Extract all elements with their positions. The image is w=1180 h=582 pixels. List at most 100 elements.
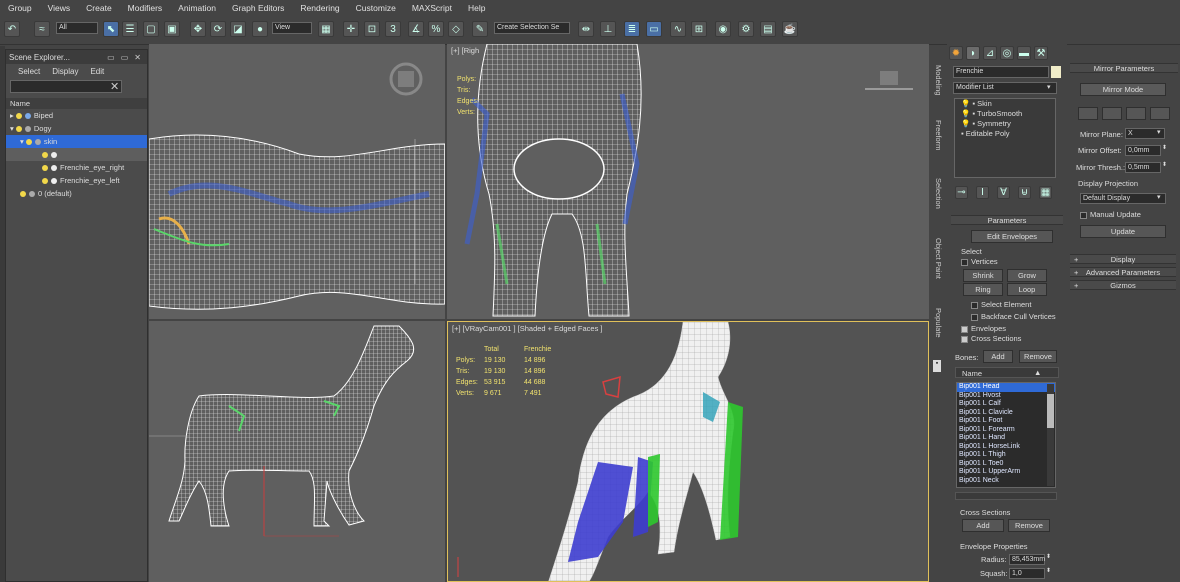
bone-item[interactable]: Bip001 L Hand <box>957 434 1055 443</box>
bone-item[interactable]: Bip001 L Thigh <box>957 451 1055 460</box>
menu-modifiers[interactable]: Modifiers <box>120 3 170 13</box>
tab-populate[interactable]: Populate <box>931 308 943 338</box>
tree-item-default-layer[interactable]: 0 (default) <box>6 187 147 200</box>
configure-sets-icon[interactable]: ▦ <box>1039 186 1052 199</box>
shrink-button[interactable]: Shrink <box>963 269 1003 282</box>
toggle-ribbon-icon[interactable]: ▭ <box>646 21 662 37</box>
select-object-icon[interactable]: ⬉ <box>103 21 119 37</box>
bone-item[interactable]: Bip001 L UpperArm <box>957 468 1055 477</box>
viewport-right[interactable]: [+] [Righ Polys: Tris: Edges: Verts: <box>447 44 929 319</box>
threshold-spinner-icon[interactable]: ⬍ <box>1162 161 1167 168</box>
select-by-name-icon[interactable]: ☰ <box>122 21 138 37</box>
sort-arrow-icon[interactable]: ▲ <box>1034 368 1041 377</box>
bone-item[interactable]: Bip001 Neck <box>957 477 1055 486</box>
create-tab-icon[interactable]: ✹ <box>949 46 963 60</box>
visibility-bulb-icon[interactable] <box>42 151 48 158</box>
tab-selection[interactable]: Selection <box>931 178 943 209</box>
stack-item-skin[interactable]: 💡 ▪ Skin <box>955 99 1055 109</box>
rotate-icon[interactable]: ⟳ <box>210 21 226 37</box>
pin-stack-icon[interactable]: ⊸ <box>955 186 968 199</box>
stack-item-editable-poly[interactable]: ▪ Editable Poly <box>955 129 1055 139</box>
minimize-icon[interactable]: ▭ <box>107 53 115 62</box>
display-projection-select[interactable]: Default Display <box>1080 193 1166 204</box>
mirror-parameters-rollout[interactable]: Mirror Parameters <box>1070 63 1178 73</box>
edit-envelopes-button[interactable]: Edit Envelopes <box>971 230 1053 243</box>
tree-item-skin[interactable]: ▾ skin <box>6 135 147 148</box>
hierarchy-tab-icon[interactable]: ⊿ <box>983 46 997 60</box>
cross-sections-checkbox[interactable]: Cross Sections <box>961 334 1021 343</box>
bone-item[interactable]: Bip001 L Foot <box>957 417 1055 426</box>
bone-item[interactable]: Bip001 Hvost <box>957 392 1055 401</box>
expand-arrow-icon[interactable]: ▾ <box>20 135 24 148</box>
motion-tab-icon[interactable]: ◎ <box>1000 46 1014 60</box>
explorer-menu-select[interactable]: Select <box>18 67 40 76</box>
bone-list-scrollbar[interactable] <box>1047 384 1054 486</box>
render-setup-icon[interactable]: ⚙ <box>738 21 754 37</box>
mirror-select-button-3[interactable] <box>1126 107 1146 120</box>
expand-arrow-icon[interactable]: ▸ <box>10 109 14 122</box>
bind-icon[interactable]: ≈ <box>34 21 50 37</box>
visibility-bulb-icon[interactable] <box>42 177 48 184</box>
visibility-bulb-icon[interactable] <box>42 164 48 171</box>
tree-item-eye-left[interactable]: Frenchie_eye_left <box>6 174 147 187</box>
viewport-camera-label[interactable]: [+] [VRayCam001 ] [Shaded + Edged Faces … <box>452 324 603 333</box>
tab-object-paint[interactable]: Object Paint <box>931 238 943 279</box>
reference-coord-select[interactable]: View <box>272 22 312 34</box>
place-icon[interactable]: ● <box>252 21 268 37</box>
menu-group[interactable]: Group <box>0 3 40 13</box>
radius-input[interactable]: 85,453mm <box>1009 554 1045 565</box>
cross-section-add-button[interactable]: Add <box>962 519 1004 532</box>
menu-rendering[interactable]: Rendering <box>292 3 347 13</box>
utilities-tab-icon[interactable]: ⚒ <box>1034 46 1048 60</box>
update-button[interactable]: Update <box>1080 225 1166 238</box>
clear-search-icon[interactable]: ✕ <box>110 80 119 93</box>
expand-arrow-icon[interactable]: ▾ <box>10 122 14 135</box>
radius-spinner-icon[interactable]: ⬍ <box>1046 553 1051 560</box>
bone-item[interactable]: Bip001 L Calf <box>957 400 1055 409</box>
menu-maxscript[interactable]: MAXScript <box>404 3 460 13</box>
window-crossing-icon[interactable]: ▣ <box>164 21 180 37</box>
undo-icon[interactable]: ↶ <box>4 21 20 37</box>
scale-icon[interactable]: ◪ <box>230 21 246 37</box>
scrollbar-thumb[interactable] <box>1047 394 1054 428</box>
rendered-frame-icon[interactable]: ▤ <box>760 21 776 37</box>
stack-item-turbosmooth[interactable]: 💡 ▪ TurboSmooth <box>955 109 1055 119</box>
explorer-search-input[interactable] <box>10 80 122 93</box>
remove-bone-button[interactable]: Remove <box>1019 350 1057 363</box>
bone-item[interactable]: Bip001 L Forearm <box>957 426 1055 435</box>
envelopes-checkbox[interactable]: Envelopes <box>961 324 1006 333</box>
manual-update-checkbox[interactable]: Manual Update <box>1080 210 1141 219</box>
tab-freeform[interactable]: Freeform <box>931 120 943 150</box>
squash-input[interactable]: 1,0 <box>1009 568 1045 579</box>
loop-button[interactable]: Loop <box>1007 283 1047 296</box>
mirror-select-button-1[interactable] <box>1078 107 1098 120</box>
visibility-bulb-icon[interactable] <box>20 190 26 197</box>
bone-item[interactable]: Bip001 L Clavicle <box>957 409 1055 418</box>
show-end-result-icon[interactable]: I <box>976 186 989 199</box>
viewport-camera[interactable]: [+] [VRayCam001 ] [Shaded + Edged Faces … <box>447 321 929 582</box>
close-icon[interactable]: ✕ <box>134 53 141 62</box>
modify-tab-icon[interactable]: ◗ <box>966 46 980 60</box>
bone-filter-field[interactable] <box>955 492 1057 500</box>
display-tab-icon[interactable]: ▬ <box>1017 46 1031 60</box>
explorer-column-name[interactable]: Name <box>6 98 147 109</box>
region-select-icon[interactable]: ▢ <box>143 21 159 37</box>
pivot-icon[interactable]: ▦ <box>318 21 334 37</box>
percent-snap-icon[interactable]: % <box>428 21 444 37</box>
object-name-field[interactable]: Frenchie <box>953 66 1049 78</box>
cross-section-remove-button[interactable]: Remove <box>1008 519 1050 532</box>
mirror-select-button-2[interactable] <box>1102 107 1122 120</box>
render-icon[interactable]: ☕ <box>782 21 798 37</box>
viewport-right-label[interactable]: [+] [Righ <box>451 46 479 55</box>
menu-views[interactable]: Views <box>40 3 79 13</box>
select-element-checkbox[interactable]: Select Element <box>971 300 1031 309</box>
align-icon[interactable]: ⊥ <box>600 21 616 37</box>
stack-item-symmetry[interactable]: 💡 ▪ Symmetry <box>955 119 1055 129</box>
visibility-bulb-icon[interactable] <box>15 125 22 132</box>
menu-animation[interactable]: Animation <box>170 3 224 13</box>
bone-item[interactable]: Bip001 Head <box>957 383 1055 392</box>
mirror-threshold-input[interactable]: 0,5mm <box>1125 162 1161 173</box>
maximize-icon[interactable]: ▭ <box>121 53 129 62</box>
ring-button[interactable]: Ring <box>963 283 1003 296</box>
scene-explorer-titlebar[interactable]: Scene Explorer... ▭ ▭ ✕ <box>6 50 147 64</box>
